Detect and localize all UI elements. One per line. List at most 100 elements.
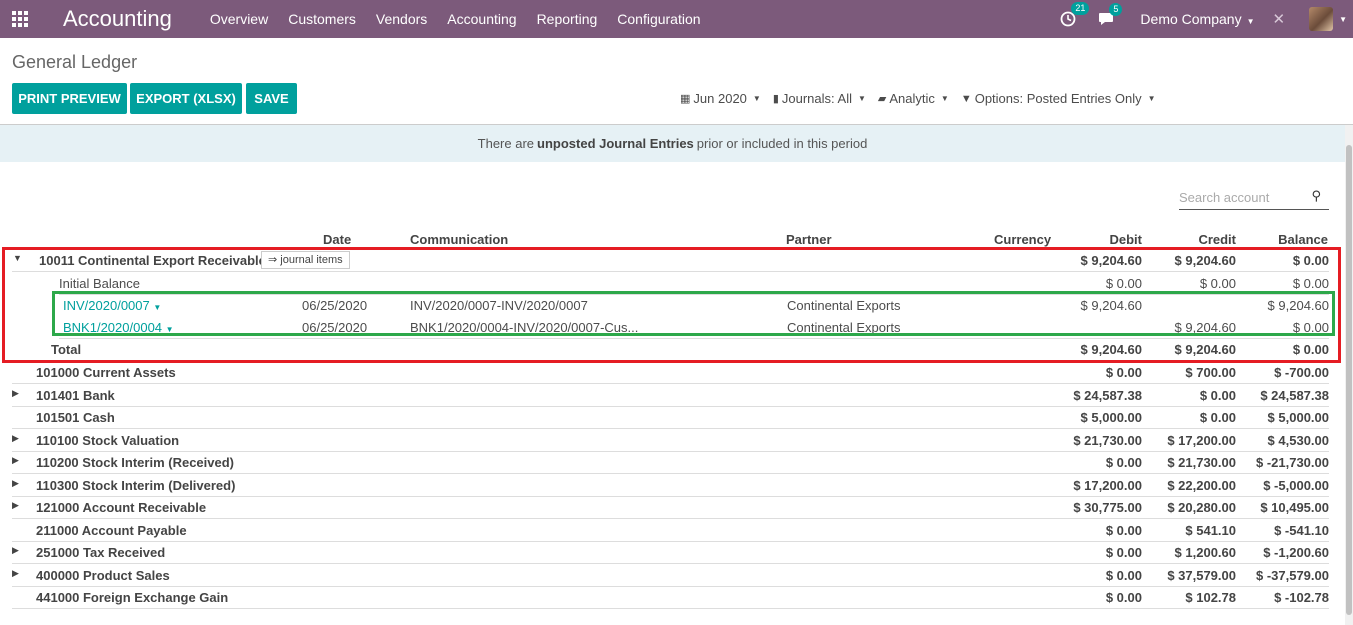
account-row[interactable]: ▶ 110300 Stock Interim (Delivered) $ 17,20… xyxy=(12,475,1329,497)
menu-reporting[interactable]: Reporting xyxy=(537,11,598,27)
account-row[interactable]: 101501 Cash $ 5,000.00 $ 0.00 $ 5,000.00 xyxy=(12,407,1329,429)
activity-menu[interactable]: 21 xyxy=(1060,2,1090,27)
balance-cell: $ 9,204.60 xyxy=(1267,298,1329,313)
balance-cell: $ 0.00 xyxy=(1292,320,1329,335)
account-row[interactable]: ▶ 121000 Account Receivable $ 30,775.00 $ 2… xyxy=(12,497,1329,519)
date-filter[interactable]: ▦ Jun 2020 ▼ xyxy=(680,91,761,106)
export-xlsx-button[interactable]: EXPORT (XLSX) xyxy=(130,83,242,114)
date-cell: 06/25/2020 xyxy=(302,298,368,313)
app-brand[interactable]: Accounting xyxy=(63,6,172,32)
messages-count-badge: 5 xyxy=(1109,3,1123,16)
account-row[interactable]: ▶ 110100 Stock Valuation $ 21,730.00 $ 17,2… xyxy=(12,430,1329,452)
caret-right-icon[interactable]: ▶ xyxy=(12,568,19,579)
menu-accounting[interactable]: Accounting xyxy=(447,11,516,27)
vertical-scrollbar[interactable] xyxy=(1345,125,1353,625)
credit-cell: $ 541.10 xyxy=(1185,522,1236,538)
chevron-down-icon: ▼ xyxy=(857,94,866,103)
balance-cell: $ -21,730.00 xyxy=(1255,455,1329,470)
caret-down-icon[interactable]: ▼ xyxy=(13,253,22,263)
apps-menu-icon[interactable] xyxy=(12,11,32,27)
menu-configuration[interactable]: Configuration xyxy=(617,11,700,27)
account-name: 101501 Cash xyxy=(36,410,115,425)
menu-overview[interactable]: Overview xyxy=(210,11,268,27)
balance-cell: $ 24,587.38 xyxy=(1260,387,1329,403)
balance-cell: $ 0.00 xyxy=(1292,342,1329,357)
options-filter[interactable]: ▼ Options: Posted Entries Only ▼ xyxy=(961,91,1156,106)
debit-cell: $ 30,775.00 xyxy=(1073,500,1142,515)
col-date: Date xyxy=(323,232,352,247)
caret-right-icon[interactable]: ▶ xyxy=(12,433,19,444)
company-switcher[interactable]: Demo Company ▼ xyxy=(1140,11,1254,27)
partner-cell: Continental Exports xyxy=(787,298,901,313)
credit-cell: $ 102.78 xyxy=(1185,590,1236,605)
user-avatar[interactable] xyxy=(1309,7,1334,31)
caret-right-icon[interactable]: ▶ xyxy=(12,455,19,466)
col-partner: Partner xyxy=(786,232,832,247)
messaging-menu[interactable]: 5 xyxy=(1098,3,1123,26)
caret-right-icon[interactable]: ▶ xyxy=(12,478,19,489)
analytic-filter[interactable]: ▰ Analytic ▼ xyxy=(878,91,949,106)
debug-tools-icon[interactable]: ✕ xyxy=(1273,10,1286,28)
debit-cell: $ 9,204.60 xyxy=(1080,253,1142,268)
chevron-down-icon: ▼ xyxy=(153,303,162,312)
account-row[interactable]: ▶ 400000 Product Sales $ 0.00 $ 37,579.00 $ … xyxy=(12,565,1329,587)
debit-cell: $ 0.00 xyxy=(1105,455,1142,470)
save-button[interactable]: SAVE xyxy=(246,83,297,114)
activity-count-badge: 21 xyxy=(1071,2,1090,15)
debit-cell: $ 5,000.00 xyxy=(1080,410,1142,425)
balance-cell: $ 4,530.00 xyxy=(1267,432,1329,448)
balance-cell: $ -700.00 xyxy=(1274,365,1329,380)
account-name: 441000 Foreign Exchange Gain xyxy=(36,590,229,605)
caret-right-icon[interactable]: ▶ xyxy=(12,500,19,511)
caret-right-icon[interactable]: ▶ xyxy=(12,545,19,556)
credit-cell: $ 1,200.60 xyxy=(1174,545,1236,560)
navbar-systray: 21 5 Demo Company ▼ ✕ ▼ xyxy=(1060,0,1353,38)
chevron-down-icon: ▼ xyxy=(940,94,949,103)
analytic-filter-label: Analytic xyxy=(889,91,935,106)
credit-cell: $ 0.00 xyxy=(1199,387,1236,403)
account-name: 211000 Account Payable xyxy=(36,522,187,538)
journal-entry-link[interactable]: BNK1/2020/0004 ▼ xyxy=(63,320,174,335)
journal-line-row[interactable]: BNK1/2020/0004 ▼ 06/25/2020 BNK1/2020/00… xyxy=(59,317,1329,339)
total-label: Total xyxy=(51,342,82,357)
journal-line-row[interactable]: INV/2020/0007 ▼ 06/25/2020 INV/2020/0007… xyxy=(59,295,1329,317)
partner-cell: Continental Exports xyxy=(787,320,901,335)
options-filter-label: Options: Posted Entries Only xyxy=(974,91,1142,106)
account-row[interactable]: ▶ 110200 Stock Interim (Received) $ 0.00 $ … xyxy=(12,452,1329,474)
balance-cell: $ 10,495.00 xyxy=(1260,500,1329,515)
debit-cell: $ 17,200.00 xyxy=(1073,477,1142,493)
menu-customers[interactable]: Customers xyxy=(288,11,356,27)
journal-entry-ref: INV/2020/0007 xyxy=(63,298,150,313)
debit-cell: $ 0.00 xyxy=(1105,545,1142,560)
alert-emphasis: unposted Journal Entries xyxy=(537,136,694,151)
account-row[interactable]: ▶ 251000 Tax Received $ 0.00 $ 1,200.60 $ -1… xyxy=(12,542,1329,564)
search-account-input[interactable] xyxy=(1179,190,1304,205)
account-row-expanded[interactable]: ▼ 10011 Continental Export Receivable ⇒ … xyxy=(12,250,1329,272)
journal-entry-link[interactable]: INV/2020/0007 ▼ xyxy=(63,298,161,313)
caret-right-icon[interactable]: ▶ xyxy=(12,388,19,399)
menu-vendors[interactable]: Vendors xyxy=(376,11,427,27)
journals-filter[interactable]: ▮ Journals: All ▼ xyxy=(773,91,866,106)
account-name: 400000 Product Sales xyxy=(36,567,170,583)
print-preview-button[interactable]: PRINT PREVIEW xyxy=(12,83,127,114)
credit-cell: $ 0.00 xyxy=(1199,410,1236,425)
credit-cell: $ 37,579.00 xyxy=(1167,567,1236,583)
account-row[interactable]: 101000 Current Assets $ 0.00 $ 700.00 $ -70… xyxy=(12,362,1329,384)
account-row[interactable]: 211000 Account Payable $ 0.00 $ 541.10 $ -5… xyxy=(12,520,1329,542)
journal-items-button[interactable]: ⇒ journal items xyxy=(261,251,350,269)
alert-suffix: prior or included in this period xyxy=(696,136,868,151)
debit-cell: $ 0.00 xyxy=(1105,522,1142,538)
communication-cell: BNK1/2020/0004-INV/2020/0007-Cus... xyxy=(410,320,639,335)
debit-cell: $ 0.00 xyxy=(1105,276,1142,291)
credit-cell: $ 9,204.60 xyxy=(1174,320,1236,335)
user-menu-chevron-icon[interactable]: ▼ xyxy=(1339,15,1347,24)
chevron-down-icon: ▼ xyxy=(1147,94,1156,103)
account-row[interactable]: ▶ 101401 Bank $ 24,587.38 $ 0.00 $ 24,587.38 xyxy=(12,385,1329,407)
search-icon[interactable]: ⚲ xyxy=(1311,188,1321,204)
col-balance: Balance xyxy=(1278,232,1328,247)
balance-cell: $ -37,579.00 xyxy=(1255,567,1329,583)
page-title: General Ledger xyxy=(12,52,138,72)
scrollbar-thumb[interactable] xyxy=(1346,145,1352,615)
account-row[interactable]: 441000 Foreign Exchange Gain $ 0.00 $ 102.… xyxy=(12,587,1329,609)
debit-cell: $ 9,204.60 xyxy=(1080,298,1142,313)
